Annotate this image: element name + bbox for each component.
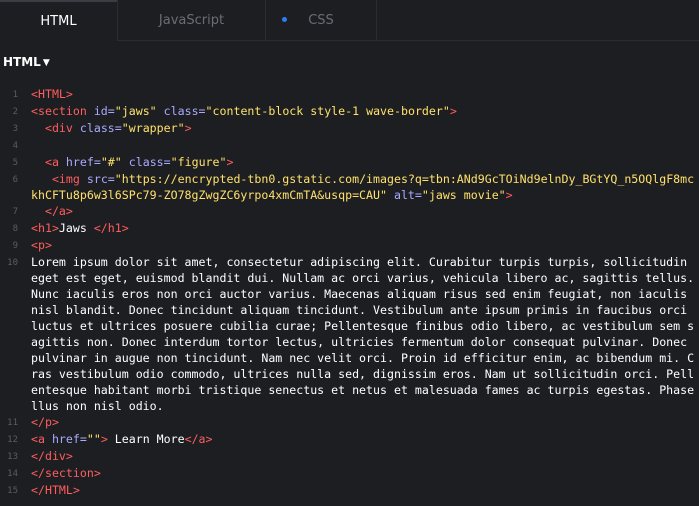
code-text: </section>	[18, 465, 697, 482]
code-line: 15 </HTML>	[0, 482, 699, 499]
code-text: <div class="wrapper">	[18, 120, 697, 137]
div-tag-open: <div	[44, 121, 73, 135]
anchor-tag-close: >	[100, 432, 108, 446]
line-number: 3	[12, 124, 18, 134]
line-number: 14	[7, 469, 18, 479]
language-selector-label: HTML	[3, 55, 41, 69]
tab-html-label: HTML	[40, 14, 77, 29]
line-number: 10	[7, 258, 18, 268]
attr-alt-value: "jaws movie"	[421, 188, 506, 202]
p-tag-open: <p>	[31, 238, 52, 252]
html-close-tag: </HTML>	[31, 483, 80, 497]
img-tag-close: >	[505, 188, 513, 202]
line-number: 7	[12, 207, 18, 217]
code-text: <img src="https://encrypted-tbn0.gstatic…	[18, 171, 697, 203]
tab-css-label: CSS	[308, 13, 334, 28]
attr-class-value: "wrapper"	[121, 121, 185, 135]
code-text: <section id="jaws" class="content-block …	[18, 103, 697, 120]
anchor-close-tag: </a>	[44, 204, 73, 218]
tab-html[interactable]: HTML	[0, 0, 117, 41]
editor-tab-bar: HTML JavaScript CSS	[0, 0, 699, 41]
code-text: Lorem ipsum dolor sit amet, consectetur …	[18, 254, 697, 414]
tab-css[interactable]: CSS	[265, 0, 377, 40]
line-number: 12	[7, 435, 18, 445]
code-text: <h1>Jaws </h1>	[18, 220, 697, 237]
h1-text: Jaws	[58, 221, 94, 235]
line-number: 9	[12, 241, 18, 251]
anchor-tag-open: <a	[31, 432, 45, 446]
code-text: <HTML>	[18, 86, 697, 103]
attr-class: class=	[79, 121, 122, 135]
h1-tag-close: </h1>	[93, 221, 129, 235]
code-editor[interactable]: 1 <HTML> 2 <section id="jaws" class="con…	[0, 86, 699, 499]
code-text: </HTML>	[18, 482, 697, 499]
code-line: 12 <a href=""> Learn More</a>	[0, 431, 699, 448]
code-line: 10 Lorem ipsum dolor sit amet, consectet…	[0, 254, 699, 414]
attr-src: src=	[86, 172, 115, 186]
img-tag-open: <img	[51, 172, 80, 186]
line-number: 1	[12, 90, 18, 100]
div-close-tag: </div>	[31, 449, 73, 463]
attr-class-value: "figure"	[170, 155, 227, 169]
code-line: 5 <a href="#" class="figure">	[0, 154, 699, 171]
attr-href-value: "#"	[100, 155, 122, 169]
section-tag-close: >	[449, 104, 457, 118]
code-text: </div>	[18, 448, 697, 465]
line-number: 13	[7, 452, 18, 462]
line-number: 11	[7, 418, 18, 428]
paragraph-text: Lorem ipsum dolor sit amet, consectetur …	[31, 255, 695, 413]
code-line: 2 <section id="jaws" class="content-bloc…	[0, 103, 699, 120]
attr-href: href=	[51, 432, 87, 446]
section-close-tag: </section>	[31, 466, 101, 480]
unsaved-changes-dot-icon	[282, 17, 287, 22]
tab-javascript-label: JavaScript	[158, 13, 225, 28]
code-line: 7 </a>	[0, 203, 699, 220]
code-text: </p>	[18, 414, 697, 431]
code-text: </a>	[18, 203, 697, 220]
language-selector[interactable]: HTML ▼	[3, 55, 50, 69]
code-text: <p>	[18, 237, 697, 254]
attr-id: id=	[93, 104, 115, 118]
code-line: 13 </div>	[0, 448, 699, 465]
line-number: 5	[12, 158, 18, 168]
div-tag-close: >	[184, 121, 192, 135]
code-line: 3 <div class="wrapper">	[0, 120, 699, 137]
anchor-text: Learn More	[107, 432, 185, 446]
line-number: 2	[12, 107, 18, 117]
code-line: 9 <p>	[0, 237, 699, 254]
anchor-tag-open: <a	[44, 155, 59, 169]
code-line: 11 </p>	[0, 414, 699, 431]
code-line: 4	[0, 137, 699, 154]
caret-down-icon: ▼	[42, 58, 50, 68]
section-tag-open: <section	[31, 104, 87, 118]
code-text: <a href=""> Learn More</a>	[18, 431, 697, 448]
anchor-tag-close: >	[226, 155, 234, 169]
anchor-end-tag: </a>	[184, 432, 213, 446]
code-line: 8 <h1>Jaws </h1>	[0, 220, 699, 237]
attr-href: href=	[65, 155, 101, 169]
attr-id-value: "jaws"	[114, 104, 157, 118]
attr-class: class=	[128, 155, 171, 169]
p-tag-close: </p>	[31, 415, 59, 429]
line-number: 6	[12, 175, 18, 185]
h1-tag-open: <h1>	[31, 221, 59, 235]
code-line: 6 <img src="https://encrypted-tbn0.gstat…	[0, 171, 699, 203]
attr-src-value: "https://encrypted-tbn0.gstatic.com/imag…	[31, 172, 695, 202]
code-text: <a href="#" class="figure">	[18, 154, 697, 171]
code-line: 14 </section>	[0, 465, 699, 482]
attr-href-value: ""	[86, 432, 101, 446]
attr-class-value: "content-block style-1 wave-border"	[205, 104, 450, 118]
html-open-tag: <HTML>	[31, 87, 73, 101]
line-number: 4	[12, 141, 18, 151]
attr-alt: alt=	[393, 188, 422, 202]
code-line: 1 <HTML>	[0, 86, 699, 103]
attr-class: class=	[163, 104, 206, 118]
tab-javascript[interactable]: JavaScript	[117, 0, 265, 40]
line-number: 15	[7, 486, 18, 496]
line-number: 8	[12, 224, 18, 234]
